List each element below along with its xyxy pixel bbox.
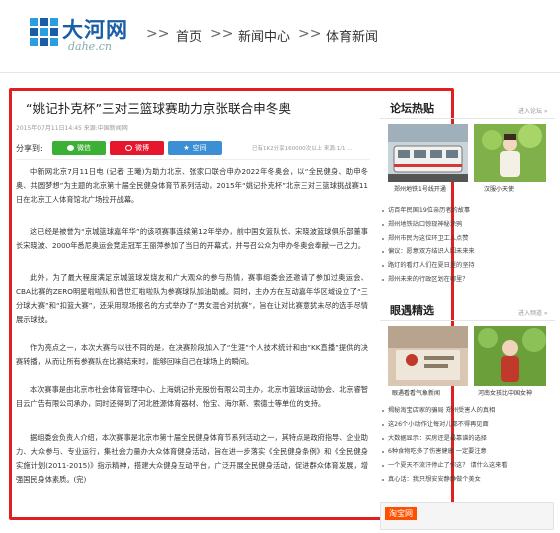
list-item[interactable]: 郑州地铁站口惊现神秘涂鸦 (380, 218, 555, 232)
forum-thumb-caption[interactable]: 汉服小天使 (484, 184, 514, 193)
eyes-thumb-portrait[interactable] (474, 326, 546, 386)
list-item[interactable]: 真心话：我只想安安静静做个美女 (380, 473, 555, 487)
list-item[interactable]: 路灯的看灯人们在夏日里的坚持 (380, 259, 555, 273)
breadcrumb-separator: >> (298, 26, 322, 42)
list-item[interactable]: 郑州未来的行政区划在哪里？ (380, 273, 555, 287)
header-divider (0, 72, 560, 73)
list-item[interactable]: 访百年民国19位亲历者的故事 (380, 204, 555, 218)
breadcrumb-news-center[interactable]: 新闻中心 (238, 26, 290, 45)
forum-thumb-caption[interactable]: 郑州地铁1号线开通 (394, 184, 446, 193)
forum-thumb-hanfu[interactable] (474, 124, 546, 182)
list-item[interactable]: 揭秘淘宝店家的骗局 郑州受害人的真相 (380, 404, 555, 418)
list-item[interactable]: 大数据显示：买房还是最靠谱的选择 (380, 432, 555, 446)
taobao-logo: 淘宝网 (385, 507, 417, 520)
dahe-logo-icon[interactable] (30, 16, 58, 48)
eyes-heading: 眼遇精选 (390, 304, 434, 317)
site-logo-domain: dahe.cn (68, 40, 112, 53)
forum-more-link[interactable]: 进入论坛 » (518, 106, 548, 115)
list-item[interactable]: 郑州市民为这位环卫工人点赞 (380, 232, 555, 246)
eyes-thumb-caption[interactable]: 眼遇看看气象新闻 (392, 388, 440, 397)
breadcrumb-sports-news[interactable]: 体育新闻 (326, 26, 378, 45)
list-item[interactable]: 偏议：愿意双方结识人因未来来 (380, 245, 555, 259)
eyes-divider (380, 320, 555, 321)
eyes-thumb-caption[interactable]: 河南女孩比中国女神 (478, 388, 532, 397)
forum-list: 访百年民国19位亲历者的故事 郑州地铁站口惊现神秘涂鸦 郑州市民为这位环卫工人点… (380, 204, 555, 287)
breadcrumb-home[interactable]: 首页 (176, 26, 202, 45)
site-header: 大河网 dahe.cn >> 首页 >> 新闻中心 >> 体育新闻 (0, 0, 560, 72)
breadcrumb-separator: >> (146, 26, 170, 42)
list-item[interactable]: 一个夏天不流汗停止了你这？ 请什么这来看 (380, 459, 555, 473)
eyes-more-link[interactable]: 进入频道 » (518, 308, 548, 317)
forum-thumb-metro[interactable] (388, 124, 468, 182)
forum-divider (380, 118, 555, 119)
list-item[interactable]: 6种食物吃多了伤害健康 一定要注意 (380, 445, 555, 459)
taobao-ad[interactable]: 淘宝网 (380, 502, 554, 530)
breadcrumb-separator: >> (210, 26, 234, 42)
eyes-thumb-weather[interactable] (388, 326, 468, 386)
list-item[interactable]: 这26个小动作让每对儿都不得再见面 (380, 418, 555, 432)
eyes-list: 揭秘淘宝店家的骗局 郑州受害人的真相 这26个小动作让每对儿都不得再见面 大数据… (380, 404, 555, 487)
forum-heading: 论坛热贴 (390, 102, 434, 115)
